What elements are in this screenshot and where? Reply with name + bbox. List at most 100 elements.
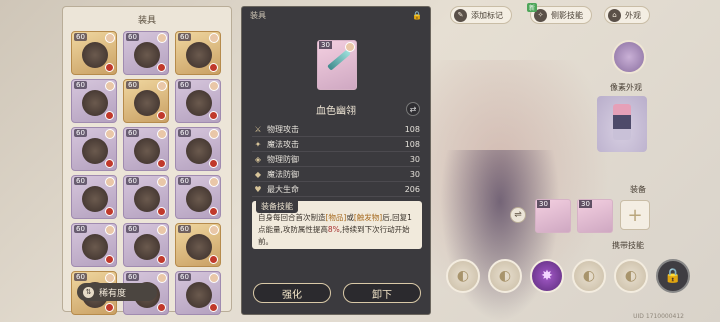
item-level: 30 bbox=[319, 41, 332, 49]
equipped-slot-1[interactable]: 30 bbox=[535, 199, 571, 233]
skill-slot-2[interactable]: ◐ bbox=[488, 259, 522, 293]
element-badge-icon bbox=[157, 207, 166, 216]
stat-row: ✦ 魔法攻击 108 bbox=[252, 137, 420, 152]
appearance-button[interactable]: ⌂ 外观 bbox=[604, 6, 650, 24]
skill-slot-5[interactable]: ◐ bbox=[614, 259, 648, 293]
stat-name: 物理防御 bbox=[267, 154, 299, 164]
avatar bbox=[157, 177, 167, 187]
inventory-slot[interactable]: 60 bbox=[71, 127, 117, 171]
skill-slot-1[interactable]: ◐ bbox=[446, 259, 480, 293]
inventory-slot[interactable]: 60 bbox=[175, 271, 221, 315]
add-equipment-button[interactable]: + bbox=[620, 200, 650, 230]
avatar bbox=[105, 225, 115, 235]
equipped-slot-2[interactable]: 30 bbox=[577, 199, 613, 233]
side-skill-button[interactable]: 新 ✧ 侧影技能 bbox=[527, 3, 592, 24]
element-badge-icon bbox=[157, 159, 166, 168]
slot-level: 30 bbox=[537, 200, 550, 208]
slot-level: 60 bbox=[126, 81, 139, 89]
add-mark-label: 添加标记 bbox=[471, 10, 503, 20]
avatar bbox=[209, 81, 219, 91]
inventory-slot[interactable]: 60 bbox=[71, 175, 117, 219]
item-portrait: 30 bbox=[317, 40, 357, 90]
gear-art-icon bbox=[134, 234, 160, 260]
slot-level: 60 bbox=[74, 273, 87, 281]
inventory-slot[interactable]: 60 bbox=[71, 223, 117, 267]
uid-label: UID 1710000412 bbox=[633, 313, 684, 320]
slot-level: 60 bbox=[74, 177, 87, 185]
slot-level: 30 bbox=[579, 200, 592, 208]
gear-art-icon bbox=[186, 42, 212, 68]
slot-level: 60 bbox=[74, 225, 87, 233]
character-art-shadow bbox=[440, 150, 560, 322]
item-name: 血色幽翎 bbox=[316, 106, 356, 117]
inventory-slot[interactable]: 60 bbox=[123, 79, 169, 123]
gear-art-icon bbox=[82, 90, 108, 116]
inventory-slot[interactable]: 60 bbox=[175, 79, 221, 123]
element-badge-icon bbox=[105, 207, 114, 216]
sword-icon: ⚔ bbox=[254, 124, 262, 134]
slot-level: 60 bbox=[178, 177, 191, 185]
avatar bbox=[209, 177, 219, 187]
pixel-character[interactable] bbox=[597, 96, 647, 152]
appearance-gem-icon[interactable] bbox=[612, 40, 646, 74]
inventory-slot[interactable]: 60 bbox=[123, 31, 169, 75]
lock-icon[interactable]: 🔒 bbox=[412, 11, 422, 20]
stat-value: 30 bbox=[409, 154, 420, 164]
enhance-button[interactable]: 强化 bbox=[253, 283, 331, 303]
avatar bbox=[157, 81, 167, 91]
pixel-sprite bbox=[613, 104, 631, 140]
inventory-slot[interactable]: 60 bbox=[71, 79, 117, 123]
gear-art-icon bbox=[186, 234, 212, 260]
inventory-slot[interactable]: 60 bbox=[175, 223, 221, 267]
add-mark-button[interactable]: ✎ 添加标记 bbox=[450, 6, 512, 24]
blade-icon bbox=[327, 49, 351, 71]
avatar bbox=[157, 225, 167, 235]
side-skill-label: 侧影技能 bbox=[551, 10, 583, 20]
rarity-sort-button[interactable]: ⇅ 稀有度 bbox=[77, 283, 157, 301]
slot-level: 60 bbox=[126, 225, 139, 233]
element-badge-icon bbox=[209, 255, 218, 264]
gear-art-icon bbox=[186, 90, 212, 116]
skill-percent: 8% bbox=[327, 225, 340, 234]
wand-icon: ✦ bbox=[254, 139, 262, 149]
skill-slot-3[interactable]: ✸ bbox=[530, 259, 564, 293]
inventory-slot[interactable]: 60 bbox=[123, 223, 169, 267]
gear-art-icon bbox=[134, 90, 160, 116]
unequip-button[interactable]: 卸下 bbox=[343, 283, 421, 303]
stat-list: ⚔ 物理攻击 108 ✦ 魔法攻击 108 ◈ 物理防御 30 ◆ 魔法防御 30 ♥ 最大生命 2… bbox=[252, 122, 420, 197]
stat-row: ◆ 魔法防御 30 bbox=[252, 167, 420, 182]
inventory-panel: 装具 60 60 60 60 60 60 60 60 60 60 60 60 6… bbox=[62, 6, 232, 315]
element-badge-icon bbox=[105, 111, 114, 120]
stat-row: ⚔ 物理攻击 108 bbox=[252, 122, 420, 137]
inventory-slot[interactable]: 60 bbox=[71, 31, 117, 75]
stat-name: 物理攻击 bbox=[267, 124, 299, 134]
avatar bbox=[157, 273, 167, 283]
gear-art-icon bbox=[82, 42, 108, 68]
inventory-slot[interactable]: 60 bbox=[175, 175, 221, 219]
skill-text-part: 自身每回合首次制造 bbox=[258, 213, 326, 222]
equipment-skill-box: 装备技能 自身每回合首次制造[物品]或[触发物]后,回复1点能量,攻防属性提高8… bbox=[252, 200, 422, 249]
magic-shield-icon: ◆ bbox=[254, 169, 262, 179]
element-badge-icon bbox=[105, 303, 114, 312]
slot-level: 60 bbox=[74, 129, 87, 137]
avatar bbox=[105, 273, 115, 283]
element-badge-icon bbox=[157, 63, 166, 72]
lock-icon[interactable]: 🔒 bbox=[656, 259, 690, 293]
sort-icon: ⇅ bbox=[83, 286, 94, 298]
inventory-slot[interactable]: 60 bbox=[175, 127, 221, 171]
stat-name: 最大生命 bbox=[267, 184, 299, 194]
avatar bbox=[209, 225, 219, 235]
slot-level: 60 bbox=[178, 81, 191, 89]
inventory-slot[interactable]: 60 bbox=[175, 31, 221, 75]
equip-label: 装备 bbox=[630, 185, 646, 194]
inventory-slot[interactable]: 60 bbox=[123, 175, 169, 219]
skill-keyword: [物品] bbox=[325, 213, 347, 222]
skill-slot-4[interactable]: ◐ bbox=[572, 259, 606, 293]
avatar bbox=[105, 177, 115, 187]
swap-equipment-icon[interactable]: ⇌ bbox=[510, 207, 526, 223]
gear-art-icon bbox=[186, 282, 212, 308]
inventory-slot[interactable]: 60 bbox=[123, 127, 169, 171]
gear-art-icon bbox=[134, 42, 160, 68]
swap-icon[interactable]: ⇄ bbox=[406, 102, 420, 116]
detail-header: 装具 🔒 bbox=[242, 7, 430, 23]
